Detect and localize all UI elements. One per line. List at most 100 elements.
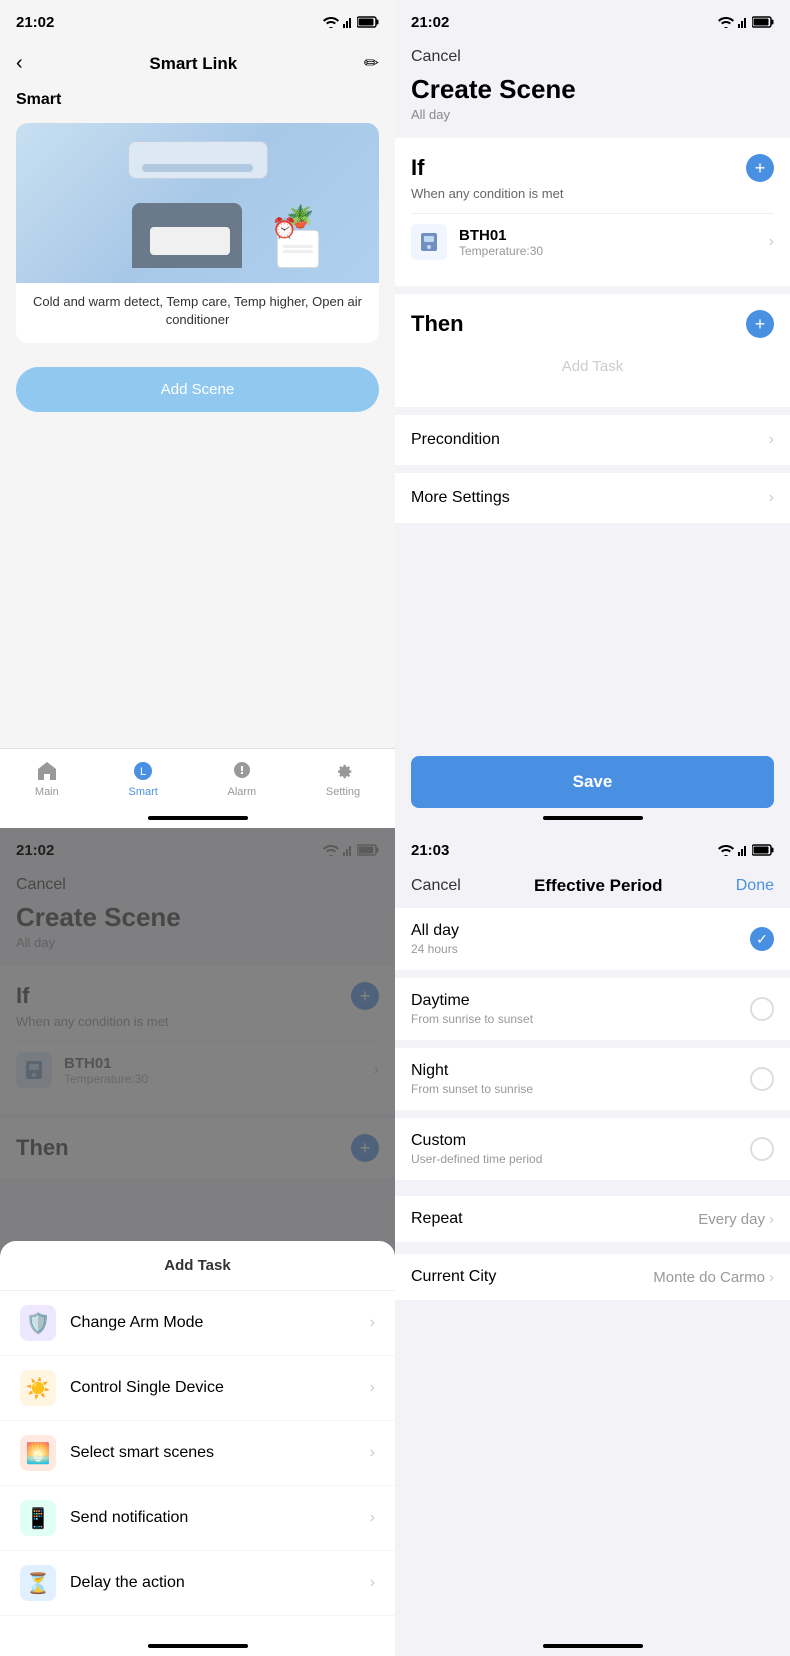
setting-icon xyxy=(331,759,355,783)
smart-card: 🪴 ⏰ Cold and warm detect, Temp care, Tem… xyxy=(16,123,379,343)
precondition-chevron: › xyxy=(769,431,774,449)
spacer-4 xyxy=(395,1184,790,1192)
arm-mode-chevron: › xyxy=(370,1314,375,1332)
sheet-item-arm-mode[interactable]: 🛡️ Change Arm Mode › xyxy=(0,1291,395,1356)
period-allday[interactable]: All day 24 hours xyxy=(395,908,790,970)
period-daytime-name: Daytime xyxy=(411,992,533,1010)
smart-label: Smart xyxy=(0,83,395,115)
home-indicator-4 xyxy=(543,1644,643,1648)
if-section: If + When any condition is met BTH01 Tem… xyxy=(395,138,790,286)
period-allday-name: All day xyxy=(411,922,459,940)
nav-alarm[interactable]: Alarm xyxy=(227,759,256,798)
condition-sub: When any condition is met xyxy=(411,186,774,201)
smart-card-image: 🪴 ⏰ xyxy=(16,123,379,283)
sheet-item-smart-scenes[interactable]: 🌅 Select smart scenes › xyxy=(0,1421,395,1486)
repeat-row[interactable]: Repeat Every day › xyxy=(395,1196,790,1242)
period-custom-info: Custom User-defined time period xyxy=(411,1132,542,1166)
delay-icon: ⏳ xyxy=(20,1565,56,1601)
status-bar-2: 21:02 xyxy=(395,0,790,44)
done-button[interactable]: Done xyxy=(736,877,774,895)
if-add-button[interactable]: + xyxy=(746,154,774,182)
wifi-icon-2 xyxy=(718,16,734,28)
radio-night xyxy=(750,1067,774,1091)
home-indicator-1 xyxy=(148,816,248,820)
wifi-icon-4 xyxy=(718,844,734,856)
nav-smart[interactable]: L Smart xyxy=(128,759,157,798)
repeat-value: Every day › xyxy=(698,1211,774,1228)
notification-label: Send notification xyxy=(70,1509,370,1527)
time-2: 21:02 xyxy=(411,14,449,31)
status-icons-4 xyxy=(718,844,774,856)
more-settings-chevron: › xyxy=(769,489,774,507)
radio-custom xyxy=(750,1137,774,1161)
time-4: 21:03 xyxy=(411,842,449,859)
notification-icon: 📱 xyxy=(20,1500,56,1536)
s2-nav: Cancel xyxy=(395,44,790,74)
nav-smart-label: Smart xyxy=(128,786,157,798)
device-detail-1: Temperature:30 xyxy=(459,244,769,258)
city-value: Monte do Carmo › xyxy=(653,1269,774,1286)
device-name-1: BTH01 xyxy=(459,227,769,244)
battery-icon-1 xyxy=(357,16,379,28)
device-row-1[interactable]: BTH01 Temperature:30 › xyxy=(411,213,774,270)
radio-allday xyxy=(750,927,774,951)
cancel-button-4[interactable]: Cancel xyxy=(411,877,461,895)
svg-text:L: L xyxy=(140,766,146,778)
nav-main[interactable]: Main xyxy=(35,759,59,798)
effective-period-title: Effective Period xyxy=(534,876,663,896)
more-settings-row[interactable]: More Settings › xyxy=(395,473,790,523)
more-settings-label: More Settings xyxy=(411,489,510,507)
signal-icon-1 xyxy=(343,16,353,28)
create-scene-title-2: Create Scene xyxy=(395,74,790,107)
battery-icon-4 xyxy=(752,844,774,856)
sheet-item-notification[interactable]: 📱 Send notification › xyxy=(0,1486,395,1551)
smart-card-text: Cold and warm detect, Temp care, Temp hi… xyxy=(16,283,379,343)
if-title: If xyxy=(411,155,424,181)
precondition-row[interactable]: Precondition › xyxy=(395,415,790,465)
cancel-button-2[interactable]: Cancel xyxy=(411,48,461,66)
spacer-4b xyxy=(395,1246,790,1250)
city-chevron: › xyxy=(769,1269,774,1286)
smart-scenes-icon: 🌅 xyxy=(20,1435,56,1471)
status-icons-2 xyxy=(718,16,774,28)
period-custom-name: Custom xyxy=(411,1132,542,1150)
wifi-icon-1 xyxy=(323,16,339,28)
nav-alarm-label: Alarm xyxy=(227,786,256,798)
add-scene-button[interactable]: Add Scene xyxy=(16,367,379,412)
then-section: Then + Add Task xyxy=(395,294,790,407)
period-daytime-info: Daytime From sunrise to sunset xyxy=(411,992,533,1026)
control-device-chevron: › xyxy=(370,1379,375,1397)
smart-scenes-chevron: › xyxy=(370,1444,375,1462)
period-night-name: Night xyxy=(411,1062,533,1080)
device-info-1: BTH01 Temperature:30 xyxy=(459,227,769,258)
nav-setting-label: Setting xyxy=(326,786,360,798)
control-device-label: Control Single Device xyxy=(70,1379,370,1397)
sheet-item-delay[interactable]: ⏳ Delay the action › xyxy=(0,1551,395,1616)
status-bar-1: 21:02 xyxy=(0,0,395,44)
save-button[interactable]: Save xyxy=(411,756,774,808)
nav-setting[interactable]: Setting xyxy=(326,759,360,798)
sheet-item-control-device[interactable]: ☀️ Control Single Device › xyxy=(0,1356,395,1421)
signal-icon-2 xyxy=(738,16,748,28)
repeat-value-text: Every day xyxy=(698,1211,765,1228)
period-allday-sub: 24 hours xyxy=(411,942,459,956)
edit-icon[interactable]: ✏ xyxy=(364,53,379,74)
city-label: Current City xyxy=(411,1268,496,1286)
s4-nav: Cancel Effective Period Done xyxy=(395,872,790,904)
page-title-1: Smart Link xyxy=(149,54,237,74)
period-custom[interactable]: Custom User-defined time period xyxy=(395,1118,790,1180)
smart-scenes-label: Select smart scenes xyxy=(70,1444,370,1462)
then-title: Then xyxy=(411,311,464,337)
back-icon[interactable]: ‹ xyxy=(16,52,23,75)
screen-create-scene: 21:02 Cancel Create Scene All day If + xyxy=(395,0,790,828)
home-icon xyxy=(35,759,59,783)
period-night[interactable]: Night From sunset to sunrise xyxy=(395,1048,790,1110)
city-row[interactable]: Current City Monte do Carmo › xyxy=(395,1254,790,1300)
then-add-button[interactable]: + xyxy=(746,310,774,338)
city-value-text: Monte do Carmo xyxy=(653,1269,765,1286)
period-night-info: Night From sunset to sunrise xyxy=(411,1062,533,1096)
period-daytime[interactable]: Daytime From sunrise to sunset xyxy=(395,978,790,1040)
period-allday-info: All day 24 hours xyxy=(411,922,459,956)
screen-smart-link: 21:02 ‹ Smart Link ✏ Smart xyxy=(0,0,395,828)
arm-mode-icon: 🛡️ xyxy=(20,1305,56,1341)
